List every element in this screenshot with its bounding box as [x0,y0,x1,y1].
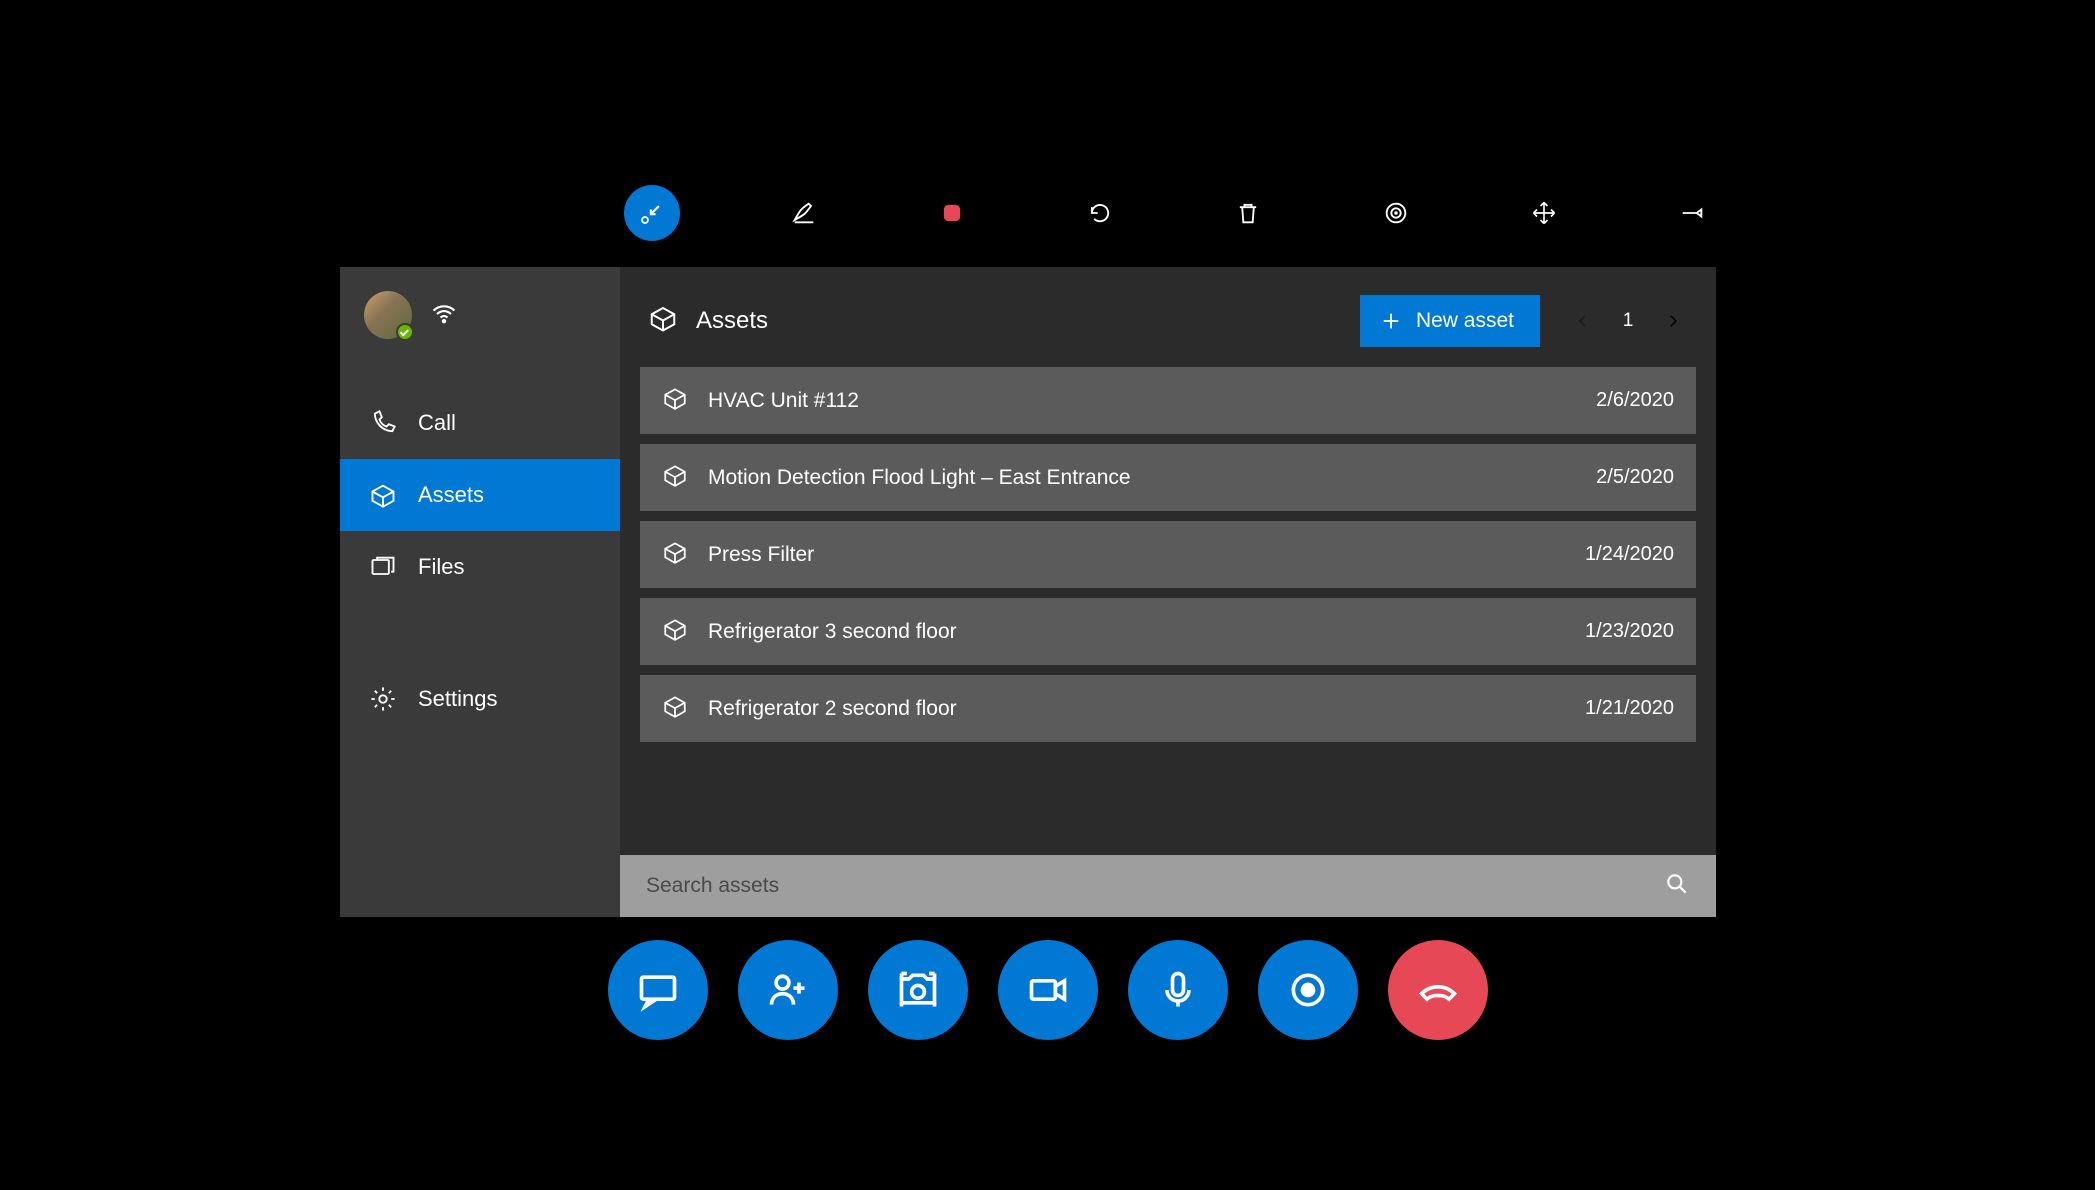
search-bar [620,855,1716,917]
asset-row[interactable]: Refrigerator 3 second floor 1/23/2020 [640,598,1696,665]
sidebar: Call Assets Files Settings [340,267,620,917]
page-title-text: Assets [696,307,768,335]
files-icon [368,553,398,581]
asset-name: Press Filter [708,543,1565,567]
main-content: Assets New asset 1 HVAC Unit #112 2/6/20… [620,267,1716,917]
box-icon [368,481,398,509]
main-header: Assets New asset 1 [640,287,1696,367]
pager-prev-button[interactable] [1568,306,1598,336]
pin-tool[interactable] [1668,189,1716,237]
sidebar-item-label: Files [418,554,464,580]
camera-icon [896,968,940,1012]
avatar[interactable] [364,291,412,339]
new-asset-button[interactable]: New asset [1360,295,1540,347]
asset-name: Refrigerator 3 second floor [708,620,1565,644]
sidebar-item-assets[interactable]: Assets [340,459,620,531]
box-icon [662,539,688,570]
box-icon [648,303,678,340]
chevron-right-icon [1664,312,1682,330]
asset-date: 2/5/2020 [1596,466,1674,489]
minimize-tool[interactable] [624,185,680,241]
end-call-button[interactable] [1388,940,1488,1040]
video-button[interactable] [998,940,1098,1040]
presence-available-icon [396,323,414,341]
record-icon [1286,968,1330,1012]
asset-date: 1/23/2020 [1585,620,1674,643]
chevron-left-icon [1574,312,1592,330]
annotation-toolbar [624,185,1716,241]
sidebar-item-settings[interactable]: Settings [340,663,620,735]
asset-row[interactable]: HVAC Unit #112 2/6/2020 [640,367,1696,434]
snapshot-button[interactable] [868,940,968,1040]
asset-date: 2/6/2020 [1596,389,1674,412]
sidebar-item-files[interactable]: Files [340,531,620,603]
chat-button[interactable] [608,940,708,1040]
sidebar-header [340,267,620,359]
box-icon [662,616,688,647]
mic-icon [1156,968,1200,1012]
sidebar-item-call[interactable]: Call [340,387,620,459]
participants-button[interactable] [738,940,838,1040]
target-tool[interactable] [1372,189,1420,237]
asset-name: HVAC Unit #112 [708,389,1576,413]
undo-tool[interactable] [1076,189,1124,237]
move-tool[interactable] [1520,189,1568,237]
asset-date: 1/21/2020 [1585,697,1674,720]
record-button[interactable] [1258,940,1358,1040]
asset-row[interactable]: Press Filter 1/24/2020 [640,521,1696,588]
search-input[interactable] [646,874,1664,898]
wifi-icon [430,299,458,332]
people-icon [766,968,810,1012]
search-icon[interactable] [1664,871,1690,902]
sidebar-item-label: Call [418,410,456,436]
assets-panel: Call Assets Files Settings Assets New as… [340,267,1716,917]
gear-icon [368,685,398,713]
asset-name: Motion Detection Flood Light – East Entr… [708,466,1576,490]
phone-icon [368,409,398,437]
hangup-icon [1416,968,1460,1012]
pager-next-button[interactable] [1658,306,1688,336]
pager: 1 [1568,306,1688,336]
new-asset-label: New asset [1416,309,1514,333]
asset-name: Refrigerator 2 second floor [708,697,1565,721]
box-icon [662,385,688,416]
delete-tool[interactable] [1224,189,1272,237]
box-icon [662,462,688,493]
asset-list: HVAC Unit #112 2/6/2020 Motion Detection… [640,367,1696,742]
video-icon [1026,968,1070,1012]
pen-tool[interactable] [780,189,828,237]
sidebar-item-label: Assets [418,482,484,508]
asset-row[interactable]: Refrigerator 2 second floor 1/21/2020 [640,675,1696,742]
page-number: 1 [1618,310,1638,332]
chat-icon [636,968,680,1012]
stop-tool[interactable] [928,189,976,237]
box-icon [662,693,688,724]
asset-row[interactable]: Motion Detection Flood Light – East Entr… [640,444,1696,511]
plus-icon [1380,310,1402,332]
asset-date: 1/24/2020 [1585,543,1674,566]
call-controls [608,940,1488,1040]
page-title: Assets [648,303,1344,340]
mic-button[interactable] [1128,940,1228,1040]
sidebar-item-label: Settings [418,686,498,712]
